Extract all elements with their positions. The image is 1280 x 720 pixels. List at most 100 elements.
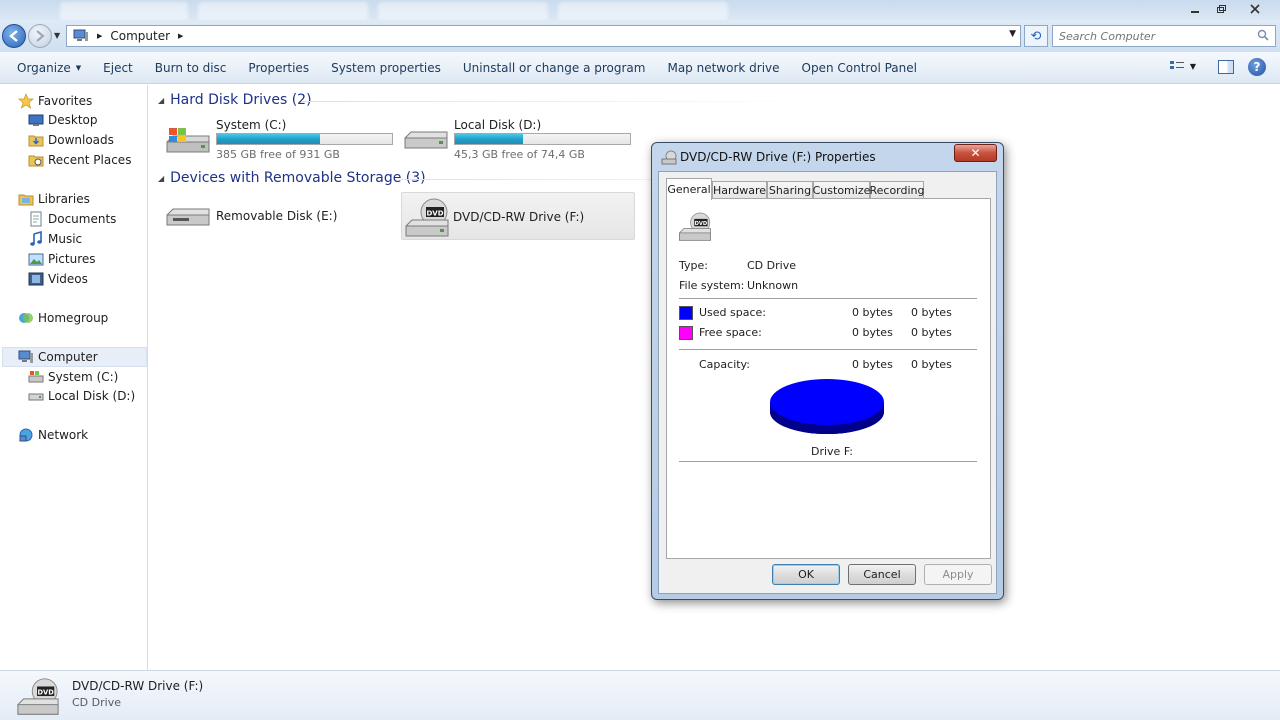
open-control-panel-button[interactable]: Open Control Panel xyxy=(791,56,928,80)
drive-name: Removable Disk (E:) xyxy=(216,209,338,223)
sidebar-item-local-d[interactable]: Local Disk (D:) xyxy=(28,387,135,405)
recent-pages-dropdown[interactable]: ▼ xyxy=(54,31,60,40)
drive-name: System (C:) xyxy=(216,118,287,132)
system-drive-icon xyxy=(28,371,44,383)
removable-disk-icon xyxy=(166,208,210,226)
background-tab xyxy=(378,2,548,20)
back-button[interactable] xyxy=(2,24,26,48)
sidebar-item-label: Recent Places xyxy=(48,153,132,167)
sidebar-item-network[interactable]: Network xyxy=(18,426,88,444)
used-space-bytes-short: 0 bytes xyxy=(911,306,952,319)
free-space-bytes: 0 bytes xyxy=(852,326,893,339)
breadcrumb[interactable]: ▶ Computer ▶ ▼ xyxy=(66,25,1021,47)
burn-to-disc-button[interactable]: Burn to disc xyxy=(144,56,238,80)
star-icon xyxy=(18,93,34,109)
tab-sharing[interactable]: Sharing xyxy=(767,181,813,199)
eject-button[interactable]: Eject xyxy=(92,56,144,80)
drive-tile-local-d[interactable]: Local Disk (D:) 45,3 GB free of 74,4 GB xyxy=(403,118,633,162)
used-space-bytes: 0 bytes xyxy=(852,306,893,319)
forward-button[interactable] xyxy=(28,24,52,48)
properties-button[interactable]: Properties xyxy=(237,56,320,80)
sidebar-item-recent-places[interactable]: Recent Places xyxy=(28,151,131,169)
drive-tile-system-c[interactable]: System (C:) 385 GB free of 931 GB xyxy=(165,118,395,162)
tab-hardware[interactable]: Hardware xyxy=(712,181,767,199)
maximize-button[interactable] xyxy=(1208,0,1234,18)
svg-text:DVD: DVD xyxy=(426,210,443,218)
desktop-icon xyxy=(28,114,44,126)
address-history-dropdown[interactable]: ▼ xyxy=(1009,29,1016,39)
general-tab-panel: DVD Type: CD Drive File system: Unknown … xyxy=(666,198,991,559)
close-icon: ✕ xyxy=(970,146,981,160)
sidebar-item-computer[interactable]: Computer xyxy=(2,347,147,367)
sidebar-item-label: Music xyxy=(48,232,83,246)
type-value: CD Drive xyxy=(747,259,796,272)
details-item-name: DVD/CD-RW Drive (F:) xyxy=(72,679,204,693)
search-input[interactable] xyxy=(1053,26,1243,46)
help-button[interactable]: ? xyxy=(1248,58,1266,76)
dialog-close-button[interactable]: ✕ xyxy=(954,144,997,162)
drive-letter-label: Drive F: xyxy=(811,445,854,458)
pictures-icon xyxy=(28,253,44,266)
sidebar-item-favorites[interactable]: Favorites xyxy=(18,92,92,110)
hard-drive-icon xyxy=(404,131,448,149)
chevron-right-icon[interactable]: ▶ xyxy=(97,32,102,40)
drive-name: DVD/CD-RW Drive (F:) xyxy=(453,210,585,224)
computer-icon xyxy=(18,350,33,363)
collapse-icon[interactable]: ◢ xyxy=(158,96,164,105)
help-icon: ? xyxy=(1253,60,1261,74)
details-item-type: CD Drive xyxy=(72,696,121,709)
system-properties-button[interactable]: System properties xyxy=(320,56,452,80)
file-system-value: Unknown xyxy=(747,279,799,292)
used-space-swatch xyxy=(679,306,693,320)
drive-free-text: 385 GB free of 931 GB xyxy=(216,148,340,161)
change-view-button[interactable]: ▼ xyxy=(1169,59,1196,73)
minimize-button[interactable] xyxy=(1182,0,1208,18)
drive-tile-dvd-f[interactable]: DVD DVD/CD-RW Drive (F:) xyxy=(401,192,635,240)
music-icon xyxy=(30,231,42,246)
address-bar: ▼ ▶ Computer ▶ ▼ ⟲ xyxy=(0,20,1280,52)
type-label: Type: xyxy=(679,259,708,272)
network-icon xyxy=(19,428,33,442)
tab-recording[interactable]: Recording xyxy=(869,181,925,199)
group-header-hard-disk[interactable]: ◢ Hard Disk Drives (2) xyxy=(158,92,312,108)
homegroup-icon xyxy=(19,313,33,323)
breadcrumb-computer[interactable]: Computer xyxy=(110,29,170,43)
sidebar-item-documents[interactable]: Documents xyxy=(28,210,116,228)
computer-icon xyxy=(73,29,88,41)
sidebar-item-label: Videos xyxy=(48,272,88,286)
system-drive-icon xyxy=(166,128,210,153)
sidebar-item-music[interactable]: Music xyxy=(28,230,82,248)
sidebar-item-videos[interactable]: Videos xyxy=(28,270,88,288)
tab-general[interactable]: General xyxy=(666,178,712,200)
usage-pie-chart xyxy=(770,379,884,434)
sidebar-item-homegroup[interactable]: Homegroup xyxy=(18,309,108,327)
libraries-icon xyxy=(18,194,34,206)
free-space-bytes-short: 0 bytes xyxy=(911,326,952,339)
sidebar-item-desktop[interactable]: Desktop xyxy=(28,111,98,129)
organize-button[interactable]: Organize ▼ xyxy=(6,56,92,80)
tab-customize[interactable]: Customize xyxy=(813,181,870,199)
apply-button[interactable]: Apply xyxy=(924,564,992,585)
background-tab xyxy=(198,2,368,20)
search-icon[interactable] xyxy=(1257,29,1269,41)
chevron-down-icon: ▼ xyxy=(1189,61,1196,71)
close-window-button[interactable] xyxy=(1242,0,1268,18)
map-network-drive-button[interactable]: Map network drive xyxy=(656,56,790,80)
sidebar-item-libraries[interactable]: Libraries xyxy=(18,190,90,208)
sidebar-item-pictures[interactable]: Pictures xyxy=(28,250,96,268)
capacity-bytes: 0 bytes xyxy=(852,358,893,371)
ok-button[interactable]: OK xyxy=(772,564,840,585)
cancel-button[interactable]: Cancel xyxy=(848,564,916,585)
sidebar-item-label: Documents xyxy=(48,212,117,226)
collapse-icon[interactable]: ◢ xyxy=(158,174,164,183)
pie-used-slice xyxy=(770,379,884,425)
sidebar-item-downloads[interactable]: Downloads xyxy=(28,131,114,149)
refresh-button[interactable]: ⟲ xyxy=(1024,25,1048,47)
drive-tile-removable-e[interactable]: Removable Disk (E:) xyxy=(165,195,397,239)
uninstall-program-button[interactable]: Uninstall or change a program xyxy=(452,56,657,80)
search-box[interactable] xyxy=(1052,25,1276,47)
sidebar-item-system-c[interactable]: System (C:) xyxy=(28,368,118,386)
chevron-right-icon[interactable]: ▶ xyxy=(178,32,183,40)
preview-pane-button[interactable] xyxy=(1218,60,1234,74)
group-header-removable[interactable]: ◢ Devices with Removable Storage (3) xyxy=(158,170,426,186)
